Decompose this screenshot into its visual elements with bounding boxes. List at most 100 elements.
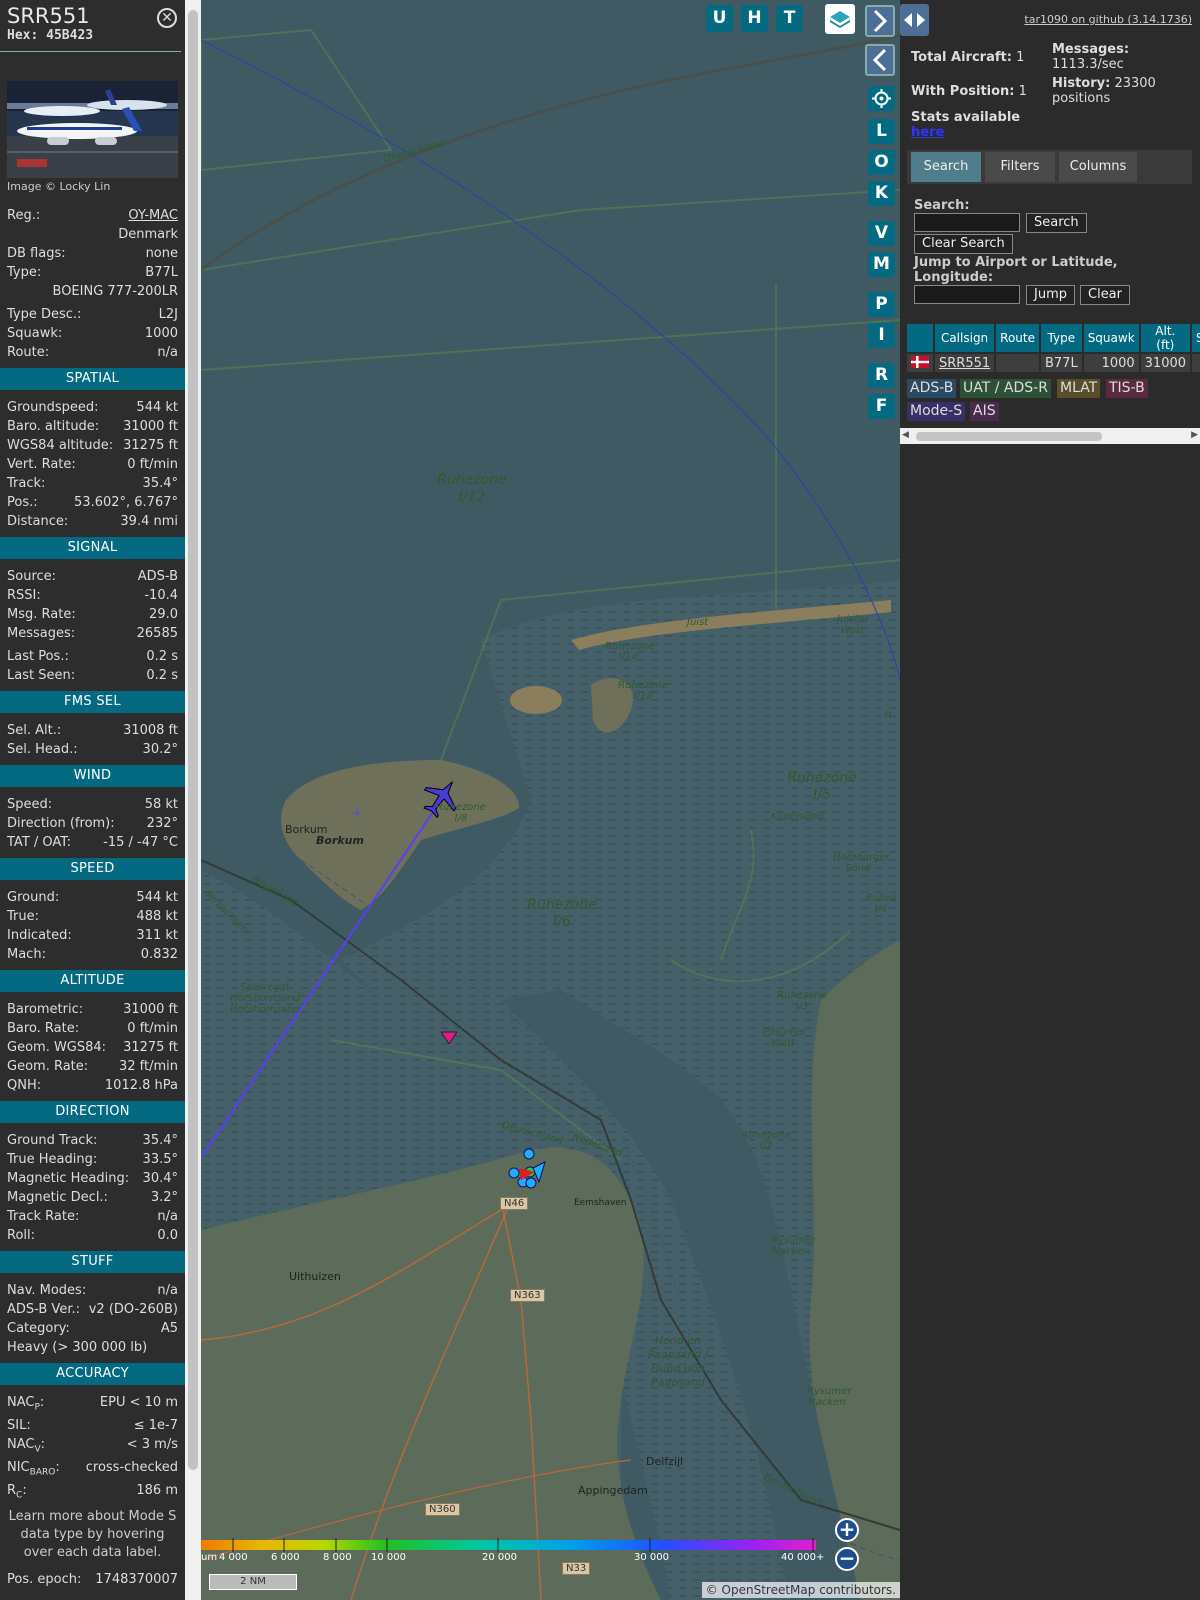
search-input[interactable] bbox=[914, 213, 1020, 232]
map-button-r[interactable]: R bbox=[868, 363, 895, 388]
col-flag[interactable] bbox=[907, 324, 935, 353]
col-callsign[interactable]: Callsign bbox=[934, 324, 997, 353]
map-attribution: © OpenStreetMap contributors. bbox=[701, 1582, 900, 1598]
map-button-t[interactable]: T bbox=[776, 5, 803, 32]
stats-link[interactable]: here bbox=[911, 125, 944, 140]
map-label-hond-en-paapzand: Hond en Paapzand / Hund und Paapsand bbox=[647, 1334, 709, 1389]
typedesc-value: L2J bbox=[158, 307, 178, 322]
route-row: Route: n/a bbox=[0, 343, 185, 362]
callsign-cell[interactable]: SRR551 bbox=[934, 352, 997, 372]
search-button[interactable]: Search bbox=[1026, 213, 1087, 233]
map-button-k[interactable]: K bbox=[868, 181, 895, 206]
arrows-horizontal-icon bbox=[904, 13, 925, 27]
close-icon[interactable]: ✕ bbox=[157, 8, 177, 28]
col-altitude[interactable]: Alt. (ft) bbox=[1139, 324, 1193, 353]
scroll-right-icon[interactable]: ▶ bbox=[1191, 430, 1198, 440]
map-view[interactable]: ✈ Ruhezone I/12 Ruhezone I/5 Ruhezone I/… bbox=[201, 0, 900, 1600]
map-button-v[interactable]: V bbox=[868, 221, 895, 246]
stuff-row: Nav. Modes: n/a bbox=[0, 1281, 185, 1300]
info-header: SRR551 Hex: 45B423 ✕ bbox=[0, 0, 181, 52]
badge-adsb: ADS-B bbox=[907, 379, 957, 398]
direction-row-label: Track Rate: bbox=[7, 1209, 80, 1224]
aircraft-photo[interactable] bbox=[7, 81, 178, 178]
col-squawk[interactable]: Squawk bbox=[1082, 324, 1141, 353]
jump-button[interactable]: Jump bbox=[1026, 285, 1075, 305]
map-button-p[interactable]: P bbox=[868, 292, 895, 317]
ground-vehicles-cluster-icon[interactable] bbox=[505, 1146, 551, 1192]
altitude-row-label: QNH: bbox=[7, 1078, 42, 1093]
expand-sidebar-button[interactable] bbox=[865, 5, 895, 37]
vessel-icon[interactable] bbox=[441, 1030, 457, 1044]
route-value: n/a bbox=[157, 345, 178, 360]
road-label-n33: N33 bbox=[562, 1562, 591, 1575]
map-label-pilsumer-watt: Pilsumer Watt bbox=[763, 1027, 807, 1049]
epoch-value: 1748370007 bbox=[95, 1572, 178, 1587]
map-button-f[interactable]: F bbox=[868, 394, 895, 419]
scroll-left-icon[interactable]: ◀ bbox=[902, 430, 909, 440]
map-label-juister-watt: Juister Watt bbox=[837, 614, 869, 636]
nacp-label: NACP: bbox=[7, 1395, 45, 1413]
col-speed[interactable]: Spd. bbox=[1191, 324, 1200, 353]
denmark-flag-icon bbox=[911, 355, 929, 368]
section-altitude-header: ALTITUDE bbox=[0, 970, 185, 992]
signal-row-value: 26585 bbox=[136, 626, 178, 641]
map-button-o[interactable]: O bbox=[868, 150, 895, 175]
direction-row-label: True Heading: bbox=[7, 1152, 98, 1167]
badge-mlat: MLAT bbox=[1057, 379, 1101, 398]
stuff-row: Category: A5 bbox=[0, 1319, 185, 1338]
clear-button[interactable]: Clear bbox=[1080, 285, 1130, 305]
direction-row-value: 33.5° bbox=[142, 1152, 178, 1167]
settings-button[interactable] bbox=[868, 86, 895, 111]
col-route[interactable]: Route bbox=[995, 324, 1041, 353]
speed-row: True: 488 kt bbox=[0, 907, 185, 926]
jump-input[interactable] bbox=[914, 285, 1020, 304]
zoom-out-button[interactable]: − bbox=[835, 1547, 859, 1571]
info-panel-scrollbar[interactable] bbox=[185, 0, 201, 1600]
legend-tick-30000: 30 000 bbox=[634, 1552, 669, 1563]
layers-button[interactable] bbox=[825, 4, 855, 34]
type-value: B77L bbox=[145, 265, 178, 280]
osm-link[interactable]: OpenStreetMap bbox=[722, 1583, 816, 1597]
tab-columns[interactable]: Columns bbox=[1059, 152, 1137, 182]
map-button-u[interactable]: U bbox=[706, 5, 733, 32]
wind-row-label: Direction (from): bbox=[7, 816, 115, 831]
map-label-ruhezone-i3: Ruhezone I/3 bbox=[777, 990, 827, 1012]
reg-link[interactable]: OY-MAC bbox=[128, 206, 178, 225]
speed-row-label: Ground: bbox=[7, 890, 60, 905]
collapse-sidebar-button[interactable] bbox=[865, 44, 895, 76]
speed-row-value: 488 kt bbox=[136, 909, 178, 924]
map-label-sparregat: Sparregat Horsbornzand Horsbornzand bbox=[230, 982, 300, 1015]
typedesc-row: Type Desc.: L2J bbox=[0, 305, 185, 324]
version-link[interactable]: tar1090 on github (3.14.1736) bbox=[1024, 13, 1192, 26]
map-button-h[interactable]: H bbox=[741, 5, 768, 32]
map-button-l[interactable]: L bbox=[868, 119, 895, 144]
tab-search[interactable]: Search bbox=[911, 152, 981, 182]
table-row[interactable]: SRR551 B77L 1000 31000 bbox=[907, 352, 1200, 372]
zoom-in-button[interactable]: + bbox=[835, 1518, 859, 1542]
scrollbar-thumb[interactable] bbox=[916, 432, 1102, 441]
rc-label: RC: bbox=[7, 1483, 27, 1501]
col-type[interactable]: Type bbox=[1039, 324, 1084, 353]
toggle-width-button[interactable] bbox=[900, 4, 929, 36]
search-label: Search: bbox=[914, 198, 970, 213]
spatial-row: WGS84 altitude: 31275 ft bbox=[0, 436, 185, 455]
stuff-row-label: Nav. Modes: bbox=[7, 1283, 87, 1298]
road-label-n363: N363 bbox=[510, 1289, 545, 1302]
table-horizontal-scrollbar[interactable]: ◀ ▶ bbox=[900, 428, 1200, 444]
nic-value: cross-checked bbox=[85, 1460, 178, 1475]
tab-filters[interactable]: Filters bbox=[985, 152, 1055, 182]
epoch-label: Pos. epoch: bbox=[7, 1572, 82, 1587]
signal-row-value: 0.2 s bbox=[146, 668, 178, 683]
legend-left-label: um bbox=[201, 1552, 218, 1563]
speed-row: Ground: 544 kt bbox=[0, 888, 185, 907]
stuff-row-value: n/a bbox=[157, 1283, 178, 1298]
direction-row-value: 3.2° bbox=[150, 1190, 178, 1205]
map-label-borkum-island: Borkum bbox=[316, 834, 364, 847]
direction-row: True Heading: 33.5° bbox=[0, 1150, 185, 1169]
spatial-row-value: 35.4° bbox=[142, 476, 178, 491]
total-aircraft-stat: Total Aircraft: 1 bbox=[911, 50, 1024, 65]
scrollbar-thumb[interactable] bbox=[188, 10, 198, 1470]
clear-search-button[interactable]: Clear Search bbox=[914, 234, 1013, 254]
map-button-m[interactable]: M bbox=[868, 252, 895, 277]
map-button-i[interactable]: I bbox=[868, 323, 895, 348]
